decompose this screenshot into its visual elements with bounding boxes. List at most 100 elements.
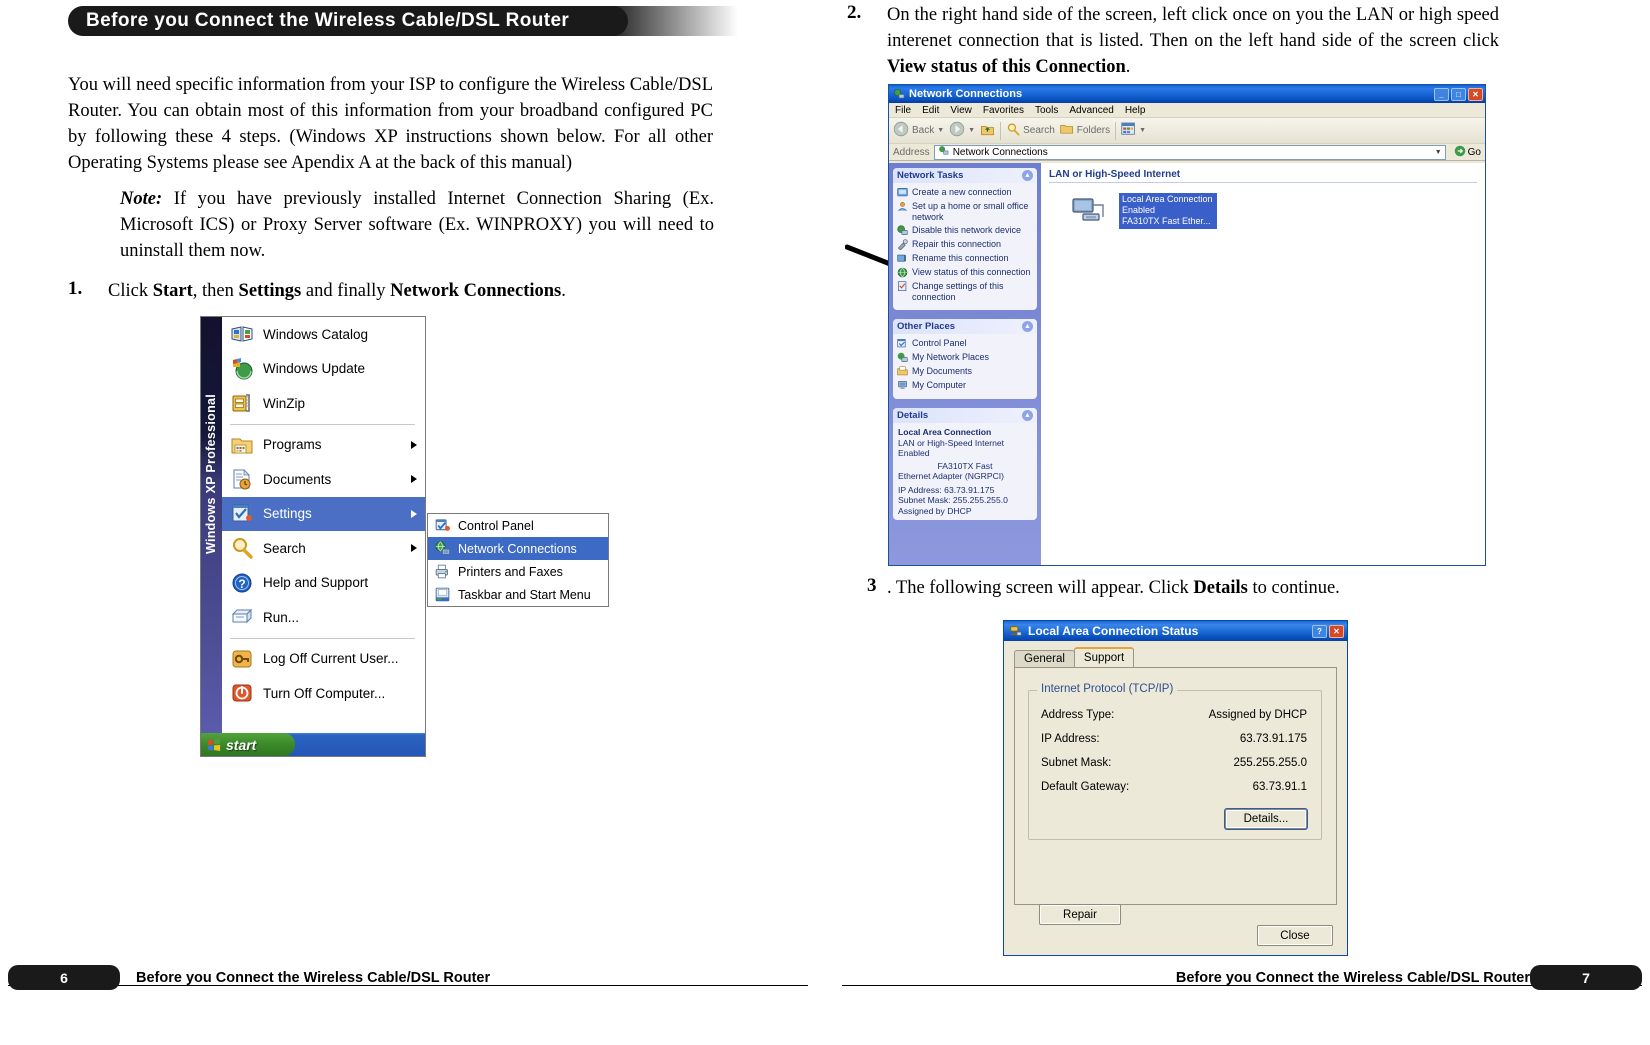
start-item-settings[interactable]: Settings	[222, 496, 425, 531]
task-view-status[interactable]: View status of this connection	[897, 267, 1033, 278]
close-button[interactable]: Close	[1257, 925, 1333, 946]
other-places-panel: Other Places ▲ Control Panel My Network …	[893, 319, 1037, 399]
task-repair-connection[interactable]: Repair this connection	[897, 239, 1033, 251]
start-item-documents[interactable]: Documents	[222, 462, 425, 497]
address-dropdown-icon[interactable]: ▼	[1435, 149, 1445, 156]
menu-advanced[interactable]: Advanced	[1069, 105, 1113, 116]
forward-dropdown-icon[interactable]: ▼	[968, 127, 975, 134]
step-1-number: 1.	[68, 278, 83, 299]
network-tasks-header[interactable]: Network Tasks ▲	[893, 168, 1037, 183]
start-item-log-off[interactable]: Log Off Current User...	[222, 642, 425, 677]
views-button[interactable]: ▼	[1121, 122, 1146, 139]
menu-favorites[interactable]: Favorites	[983, 105, 1024, 116]
connection-item-local-area[interactable]: Local Area Connection Enabled FA310TX Fa…	[1071, 193, 1477, 229]
address-network-icon	[938, 145, 949, 159]
up-button[interactable]	[980, 122, 995, 140]
task-rename-connection[interactable]: Rename this connection	[897, 253, 1033, 264]
search-magnifier-icon	[230, 536, 254, 560]
back-button[interactable]: Back ▼	[893, 121, 944, 140]
submenu-item-control-panel[interactable]: Control Panel	[428, 514, 608, 537]
netconn-sidebar: Network Tasks ▲ Create a new connection …	[889, 163, 1041, 565]
back-dropdown-icon[interactable]: ▼	[937, 127, 944, 134]
details-header[interactable]: Details ▲	[893, 408, 1037, 423]
menu-help[interactable]: Help	[1125, 105, 1146, 116]
chevron-up-icon[interactable]: ▲	[1022, 410, 1033, 421]
start-item-help-and-support[interactable]: ? Help and Support	[222, 566, 425, 601]
note-block: Note: If you have previously installed I…	[120, 186, 714, 264]
close-icon[interactable]: ✕	[1329, 624, 1344, 638]
intro-paragraph: You will need specific information from …	[68, 75, 713, 173]
close-icon[interactable]: ✕	[1468, 87, 1483, 101]
row-value: Assigned by DHCP	[1208, 709, 1307, 721]
task-create-new-connection[interactable]: Create a new connection	[897, 187, 1033, 198]
settings-submenu: Control Panel Network Connections Printe…	[427, 513, 609, 607]
footer-text-left: Before you Connect the Wireless Cable/DS…	[136, 970, 491, 986]
back-arrow-icon	[893, 121, 909, 140]
details-button[interactable]: Details...	[1225, 809, 1307, 829]
start-item-winzip[interactable]: WinZip	[222, 386, 425, 421]
folders-button[interactable]: Folders	[1060, 122, 1110, 139]
start-item-windows-update[interactable]: Windows Update	[222, 352, 425, 387]
network-connections-window: Network Connections _ □ ✕ File Edit View…	[888, 84, 1486, 566]
submenu-item-label: Printers and Faxes	[458, 564, 563, 579]
footer-page-tab-right: 7	[1530, 965, 1642, 990]
banner-title: Before you Connect the Wireless Cable/DS…	[86, 10, 570, 31]
submenu-item-taskbar-and-start-menu[interactable]: Taskbar and Start Menu	[428, 583, 608, 606]
place-control-panel[interactable]: Control Panel	[897, 338, 1033, 349]
place-my-network-places[interactable]: My Network Places	[897, 352, 1033, 363]
forward-arrow-icon	[949, 121, 965, 140]
folders-icon	[1060, 122, 1074, 139]
task-disable-network-device[interactable]: Disable this network device	[897, 225, 1033, 236]
tab-general[interactable]: General	[1014, 650, 1075, 667]
other-places-header[interactable]: Other Places ▲	[893, 319, 1037, 334]
forward-button[interactable]: ▼	[949, 121, 975, 140]
address-input[interactable]: Network Connections ▼	[933, 144, 1446, 160]
step-2-part-a: On the right hand side of the screen, le…	[887, 5, 1499, 51]
folders-label: Folders	[1076, 125, 1111, 136]
chevron-right-icon	[411, 475, 417, 484]
chevron-up-icon[interactable]: ▲	[1022, 170, 1033, 181]
lac-tab-panel: Internet Protocol (TCP/IP) Address Type:…	[1014, 667, 1337, 925]
run-icon	[230, 605, 254, 629]
menu-view[interactable]: View	[950, 105, 972, 116]
step-3-text: . The following screen will appear. Clic…	[887, 575, 1499, 601]
task-label: View status of this connection	[912, 267, 1031, 277]
start-item-label: Documents	[263, 471, 332, 487]
place-label: My Documents	[912, 366, 973, 376]
task-label: Rename this connection	[912, 253, 1009, 263]
start-item-turn-off-computer[interactable]: Turn Off Computer...	[222, 676, 425, 711]
start-menu-sidebar-banner: Windows XP Professional	[201, 317, 222, 735]
chevron-up-icon[interactable]: ▲	[1022, 321, 1033, 332]
menu-file[interactable]: File	[895, 105, 911, 116]
menu-edit[interactable]: Edit	[922, 105, 939, 116]
start-button[interactable]: start	[201, 733, 295, 756]
netconn-toolbar: Back ▼ ▼ Search Folders ▼	[889, 118, 1485, 144]
menu-tools[interactable]: Tools	[1035, 105, 1058, 116]
start-item-label: WinZip	[263, 395, 306, 411]
start-menu-divider-1	[230, 423, 415, 425]
place-my-documents[interactable]: My Documents	[897, 366, 1033, 377]
go-button[interactable]: Go	[1450, 145, 1485, 160]
minimize-icon[interactable]: _	[1434, 87, 1449, 101]
start-item-search[interactable]: Search	[222, 531, 425, 566]
lac-window-controls: ? ✕	[1312, 624, 1344, 638]
submenu-item-network-connections[interactable]: Network Connections	[428, 537, 608, 560]
step-1-text: Click Start, then Settings and finally N…	[108, 278, 718, 304]
help-icon[interactable]: ?	[1312, 624, 1327, 638]
place-my-computer[interactable]: My Computer	[897, 380, 1033, 391]
start-item-windows-catalog[interactable]: Windows Catalog	[222, 317, 425, 352]
start-item-label: Programs	[263, 437, 322, 453]
maximize-icon[interactable]: □	[1451, 87, 1466, 101]
views-dropdown-icon[interactable]: ▼	[1139, 127, 1146, 134]
tab-general-label: General	[1024, 653, 1065, 665]
tab-support[interactable]: Support	[1073, 647, 1135, 667]
start-item-programs[interactable]: Programs	[222, 428, 425, 463]
note-text: If you have previously installed Interne…	[120, 189, 715, 261]
task-set-up-home-network[interactable]: Set up a home or small office network	[897, 201, 1033, 222]
disable-device-icon	[897, 225, 908, 236]
search-button[interactable]: Search	[1006, 122, 1055, 139]
submenu-item-printers-and-faxes[interactable]: Printers and Faxes	[428, 560, 608, 583]
repair-button[interactable]: Repair	[1039, 904, 1121, 925]
start-item-run[interactable]: Run...	[222, 600, 425, 635]
task-change-settings[interactable]: Change settings of this connection	[897, 281, 1033, 302]
